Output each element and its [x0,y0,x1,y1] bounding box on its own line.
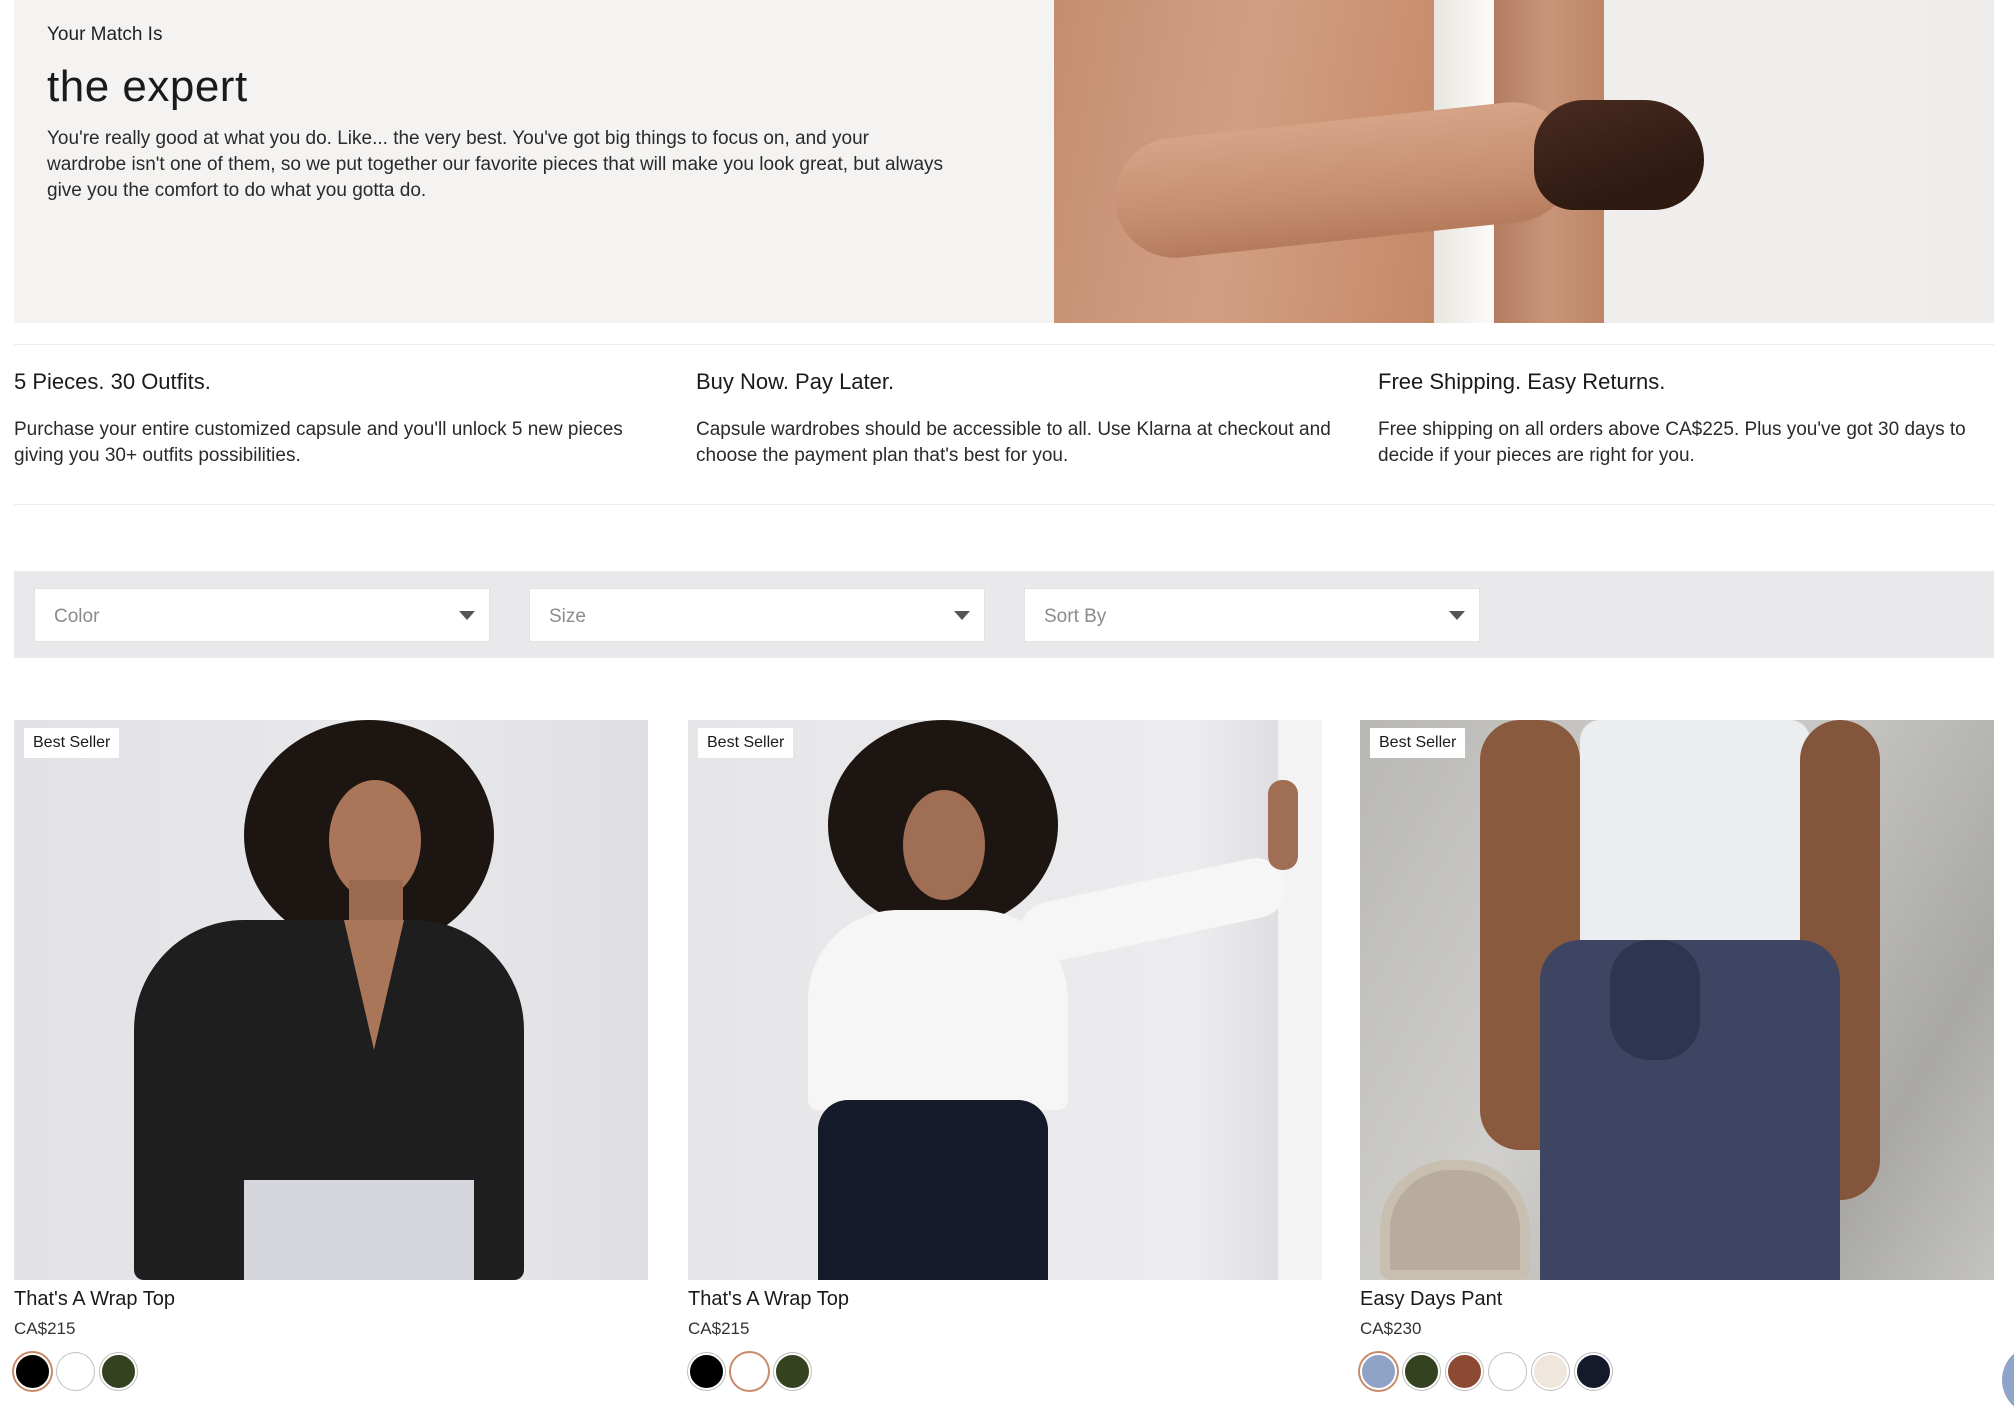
hero-title: the expert [47,62,248,111]
feature-title: Buy Now. Pay Later. [696,369,895,394]
product-image[interactable]: Best Seller [688,720,1322,1280]
size-filter-select[interactable]: Size [529,588,985,642]
best-seller-badge: Best Seller [698,728,794,758]
feature-text: Purchase your entire customized capsule … [14,419,623,466]
chat-launcher-button[interactable] [2002,1345,2014,1408]
chevron-down-icon [954,611,970,620]
color-swatches [1360,1353,1994,1390]
trousers-shape [818,1100,1048,1280]
color-swatch-white[interactable] [731,1353,768,1390]
color-swatch-olive[interactable] [100,1353,137,1390]
product-name[interactable]: Easy Days Pant [1360,1288,1994,1311]
color-swatch-blue[interactable] [1360,1353,1397,1390]
feature-text: Capsule wardrobes should be accessible t… [696,419,1331,466]
color-swatch-rust[interactable] [1446,1353,1483,1390]
filter-bar: Color Size Sort By [14,571,1994,658]
color-swatch-white[interactable] [57,1353,94,1390]
tank-top-shape [1580,720,1810,950]
color-swatches [14,1353,648,1390]
arm-shape [1014,852,1292,968]
product-name[interactable]: That's A Wrap Top [688,1288,1322,1311]
color-swatch-black[interactable] [688,1353,725,1390]
sort-by-select[interactable]: Sort By [1024,588,1480,642]
feature-strip: 5 Pieces. 30 Outfits. Purchase your enti… [14,344,1994,505]
basket-bag-shape [1380,1160,1530,1280]
color-filter-select[interactable]: Color [34,588,490,642]
feature-pay-later: Buy Now. Pay Later. Capsule wardrobes sh… [696,369,1336,469]
face-shape [903,790,985,900]
tie-belt-shape [1610,940,1700,1060]
hand-shape [1268,780,1298,870]
feature-capsule: 5 Pieces. 30 Outfits. Purchase your enti… [14,369,654,469]
product-price: CA$215 [688,1319,750,1338]
hero-kicker: Your Match Is [47,24,163,45]
color-swatch-olive[interactable] [1403,1353,1440,1390]
color-swatch-black[interactable] [14,1353,51,1390]
product-card[interactable]: Best Seller Easy Days Pant CA$230 [1360,720,1994,1390]
best-seller-badge: Best Seller [24,728,120,758]
feature-text: Free shipping on all orders above CA$225… [1378,419,1966,466]
hero-banner: Your Match Is the expert You're really g… [14,0,1994,323]
feature-title: Free Shipping. Easy Returns. [1378,369,1666,394]
color-swatch-olive[interactable] [774,1353,811,1390]
product-card[interactable]: Best Seller That's A Wrap Top CA$215 [14,720,648,1390]
hero-description: You're really good at what you do. Like.… [47,128,944,201]
color-swatch-white[interactable] [1489,1353,1526,1390]
product-price: CA$215 [14,1319,76,1338]
feature-title: 5 Pieces. 30 Outfits. [14,369,211,394]
color-filter-label: Color [54,606,100,627]
size-filter-label: Size [549,606,586,627]
product-card[interactable]: Best Seller That's A Wrap Top CA$215 [688,720,1322,1390]
best-seller-badge: Best Seller [1370,728,1466,758]
chevron-down-icon [1449,611,1465,620]
trousers-shape [244,1180,474,1280]
product-image[interactable]: Best Seller [1360,720,1994,1280]
product-image[interactable]: Best Seller [14,720,648,1280]
sort-by-label: Sort By [1044,606,1107,627]
hero-text: Your Match Is the expert You're really g… [47,24,947,204]
hero-image [1054,0,1994,323]
color-swatch-cream[interactable] [1532,1353,1569,1390]
color-swatches [688,1353,1322,1390]
feature-shipping: Free Shipping. Easy Returns. Free shippi… [1378,369,1998,469]
product-price: CA$230 [1360,1319,1422,1338]
chevron-down-icon [459,611,475,620]
hand-shape [1534,100,1704,210]
product-name[interactable]: That's A Wrap Top [14,1288,648,1311]
color-swatch-navy[interactable] [1575,1353,1612,1390]
